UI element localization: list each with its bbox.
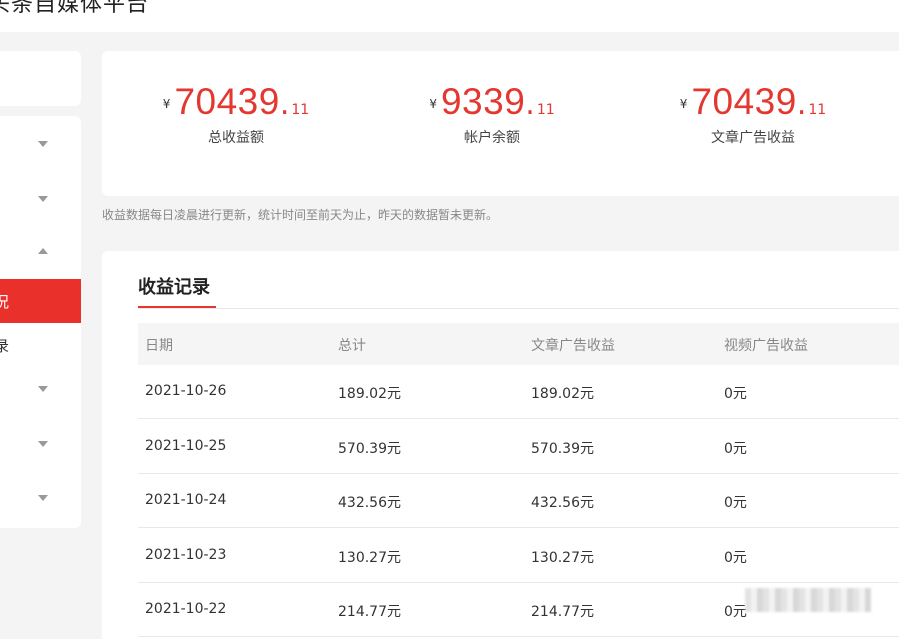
sidebar-item-2[interactable]: [0, 177, 81, 221]
records-title[interactable]: 收益记录: [138, 273, 210, 299]
update-note: 收益数据每日凌晨进行更新，统计时间至前天为止，昨天的数据暂未更新。: [102, 208, 499, 222]
chevron-up-icon: [38, 248, 48, 254]
cell-article-ad: 432.56元: [531, 495, 594, 511]
chevron-down-icon: [38, 495, 48, 501]
cell-article-ad: 130.27元: [531, 550, 594, 566]
top-header: 头条自媒体平台: [0, 0, 899, 32]
stat-label: 帐户余额: [464, 130, 520, 146]
platform-title: 头条自媒体平台: [0, 0, 150, 17]
stat-article-ad-earnings: ¥70439. 11 文章广告收益: [653, 81, 853, 147]
sidebar-item-label: 录: [0, 337, 10, 355]
cell-total: 189.02元: [338, 386, 401, 402]
chevron-down-icon: [38, 196, 48, 202]
stat-dot: .: [525, 87, 535, 122]
column-header-total: 总计: [338, 338, 366, 354]
stat-account-balance: ¥9339. 11 帐户余额: [392, 81, 592, 147]
cell-date: 2021-10-25: [145, 438, 227, 454]
earnings-records-card: 收益记录 日期 总计 文章广告收益 视频广告收益 2021-10-26 189.…: [102, 251, 899, 639]
column-header-video-ad: 视频广告收益: [724, 338, 808, 354]
stat-value: ¥70439. 11: [136, 81, 336, 123]
stat-integer: 70439: [174, 81, 280, 122]
stat-cents: 11: [808, 102, 827, 118]
column-header-article-ad: 文章广告收益: [531, 338, 615, 354]
cell-date: 2021-10-26: [145, 383, 227, 399]
cell-date: 2021-10-24: [145, 492, 227, 508]
sidebar-item-6[interactable]: [0, 476, 81, 520]
cell-video-ad: 0元: [724, 550, 747, 566]
cell-total: 570.39元: [338, 441, 401, 457]
table-row: 2021-10-24 432.56元 432.56元 0元: [138, 474, 899, 528]
currency-symbol: ¥: [162, 97, 171, 111]
column-header-date: 日期: [145, 338, 173, 354]
cell-article-ad: 214.77元: [531, 604, 594, 620]
earnings-summary-card: ¥70439. 11 总收益额 ¥9339. 11 帐户余额 ¥70439. 11 文…: [102, 51, 899, 196]
title-divider: [138, 308, 899, 309]
sidebar-item-3[interactable]: [0, 232, 81, 276]
cell-date: 2021-10-23: [145, 547, 227, 563]
stat-cents: 11: [291, 102, 310, 118]
cell-video-ad: 0元: [724, 604, 747, 620]
cell-total: 432.56元: [338, 495, 401, 511]
sidebar-item-4[interactable]: [0, 367, 81, 411]
cell-date: 2021-10-22: [145, 601, 227, 617]
chevron-down-icon: [38, 441, 48, 447]
cell-article-ad: 570.39元: [531, 441, 594, 457]
currency-symbol: ¥: [429, 97, 437, 111]
sidebar-item-label: 况: [0, 293, 10, 311]
stat-value: ¥70439. 11: [653, 81, 853, 123]
stat-value: ¥9339. 11: [392, 81, 592, 123]
sidebar-item-1[interactable]: [0, 122, 81, 166]
sidebar-item-earnings-overview[interactable]: 况: [0, 279, 81, 323]
cell-video-ad: 0元: [724, 495, 747, 511]
stat-total-earnings: ¥70439. 11 总收益额: [136, 81, 336, 147]
chevron-down-icon: [38, 141, 48, 147]
sidebar-menu: 况 录: [0, 116, 81, 528]
table-row: 2021-10-25 570.39元 570.39元 0元: [138, 420, 899, 474]
cell-total: 130.27元: [338, 550, 401, 566]
stat-cents: 11: [536, 102, 555, 118]
stat-dot: .: [796, 87, 807, 122]
blurred-watermark: [745, 588, 871, 612]
cell-article-ad: 189.02元: [531, 386, 594, 402]
sidebar-item-earnings-records[interactable]: 录: [0, 323, 81, 367]
chevron-down-icon: [38, 386, 48, 392]
stat-label: 总收益额: [208, 130, 264, 146]
cell-video-ad: 0元: [724, 386, 747, 402]
cell-video-ad: 0元: [724, 441, 747, 457]
table-row: 2021-10-23 130.27元 130.27元 0元: [138, 529, 899, 583]
sidebar-item-5[interactable]: [0, 422, 81, 466]
currency-symbol: ¥: [679, 97, 688, 111]
cell-total: 214.77元: [338, 604, 401, 620]
table-header: 日期 总计 文章广告收益 视频广告收益: [138, 323, 899, 365]
stat-dot: .: [279, 87, 290, 122]
stat-label: 文章广告收益: [711, 130, 795, 146]
sidebar-top-panel: [0, 51, 81, 106]
stat-integer: 9339: [440, 81, 526, 122]
active-tab-underline: [138, 306, 216, 308]
table-row: 2021-10-26 189.02元 189.02元 0元: [138, 365, 899, 419]
stat-integer: 70439: [691, 81, 797, 122]
